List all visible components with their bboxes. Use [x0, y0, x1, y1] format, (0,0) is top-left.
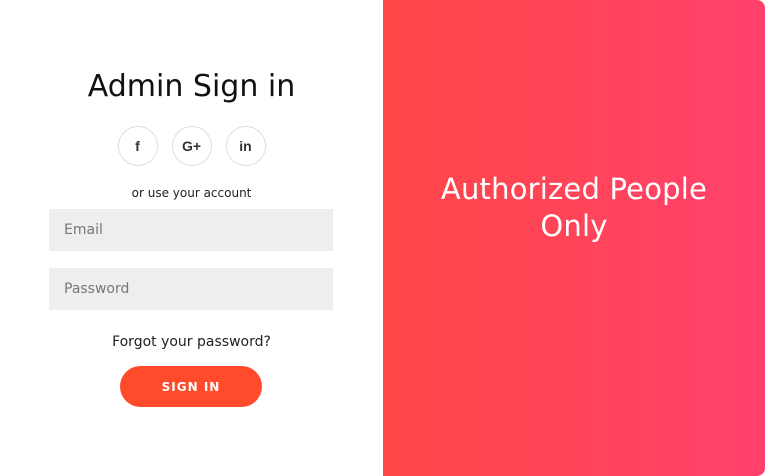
facebook-icon: f	[135, 138, 140, 154]
email-field[interactable]	[49, 209, 333, 251]
social-login-buttons: f G+ in	[0, 126, 383, 166]
admin-login-page: Admin Sign in f G+ in or use your accoun…	[0, 0, 765, 476]
account-helper-text: or use your account	[131, 186, 252, 200]
overlay-title: Authorized People Only	[440, 172, 708, 243]
google-plus-icon: G+	[181, 138, 202, 154]
facebook-button[interactable]: f	[117, 126, 158, 166]
authorized-overlay-panel: Authorized People Only	[383, 0, 765, 476]
page-title: Admin Sign in	[87, 69, 296, 104]
sign-in-button[interactable]: SIGN IN	[120, 366, 262, 407]
linkedin-icon: in	[239, 138, 252, 154]
linkedin-button[interactable]: in	[225, 126, 266, 166]
sign-in-panel: Admin Sign in f G+ in or use your accoun…	[0, 0, 383, 476]
password-field[interactable]	[49, 268, 333, 310]
google-plus-button[interactable]: G+	[171, 126, 212, 166]
forgot-password-link[interactable]: Forgot your password?	[0, 334, 383, 350]
